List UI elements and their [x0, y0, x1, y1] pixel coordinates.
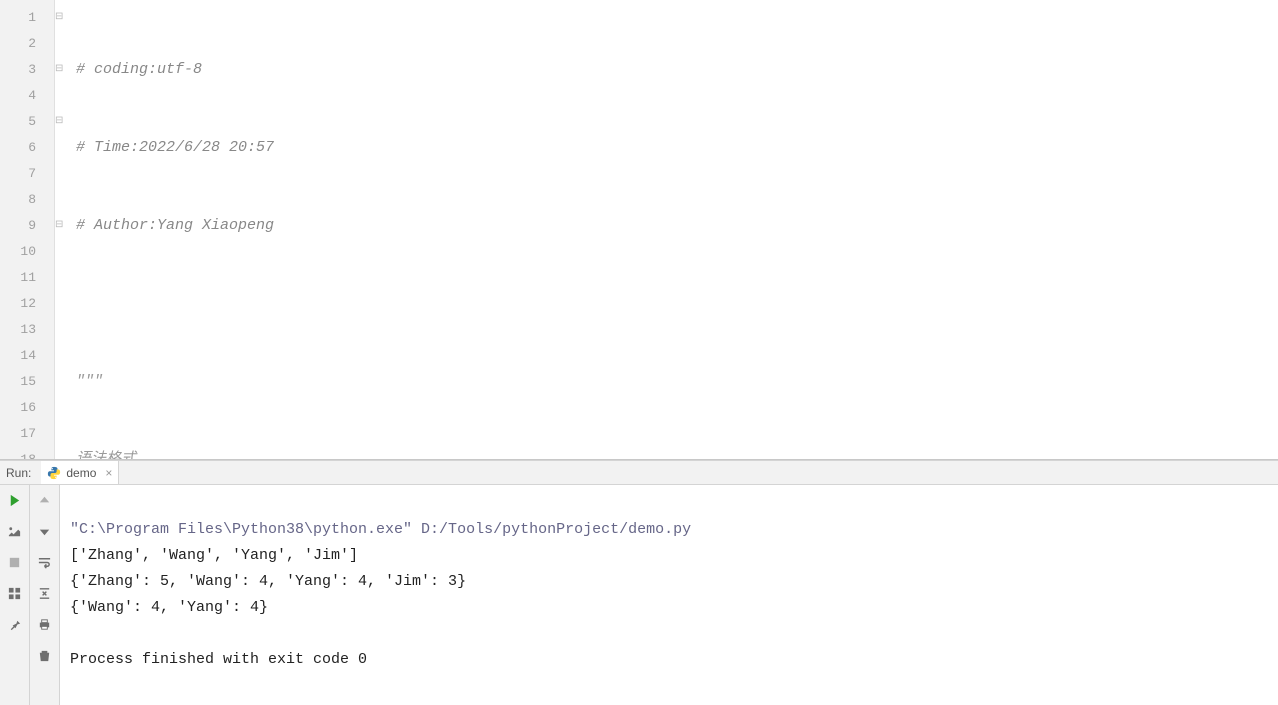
- console-line: {'Zhang': 5, 'Wang': 4, 'Yang': 4, 'Jim'…: [70, 573, 466, 590]
- run-tool-column-right: [30, 485, 60, 705]
- scroll-up-button[interactable]: [36, 491, 54, 509]
- code-text-area[interactable]: # coding:utf-8 # Time:2022/6/28 20:57 # …: [70, 0, 1278, 459]
- console-line: ['Zhang', 'Wang', 'Yang', 'Jim']: [70, 547, 358, 564]
- comment: # coding:utf-8: [76, 61, 202, 78]
- soft-wrap-button[interactable]: [36, 553, 54, 571]
- console-command: "C:\Program Files\Python38\python.exe" D…: [70, 521, 691, 538]
- line-number-gutter: 1 2 3 4 5 6 7 8 9 10 11 12 13 14 15 16 1…: [0, 0, 55, 459]
- trash-button[interactable]: [36, 646, 54, 664]
- comment: # Author:Yang Xiaopeng: [76, 217, 274, 234]
- pin-button[interactable]: [6, 615, 24, 633]
- run-header: Run: demo ×: [0, 461, 1278, 485]
- console-exit-line: Process finished with exit code 0: [70, 651, 367, 668]
- stop-button[interactable]: [6, 553, 24, 571]
- console-output[interactable]: "C:\Program Files\Python38\python.exe" D…: [60, 485, 1278, 705]
- python-file-icon: [47, 466, 61, 480]
- comment: # Time:2022/6/28 20:57: [76, 139, 274, 156]
- run-tool-window: Run: demo × "C:\Program Files\Python38\p…: [0, 460, 1278, 705]
- rerun-button[interactable]: [6, 491, 24, 509]
- print-button[interactable]: [36, 615, 54, 633]
- scroll-to-end-button[interactable]: [36, 584, 54, 602]
- close-icon[interactable]: ×: [105, 466, 112, 480]
- run-tool-column-left: [0, 485, 30, 705]
- run-tab-label: demo: [66, 466, 96, 480]
- run-tab-demo[interactable]: demo ×: [41, 461, 119, 484]
- fold-column[interactable]: ⊟ ⊟ ⊟ ⊟: [55, 0, 70, 459]
- docstring: 语法格式: [76, 451, 136, 460]
- console-line: {'Wang': 4, 'Yang': 4}: [70, 599, 268, 616]
- settings-button[interactable]: [6, 522, 24, 540]
- layout-button[interactable]: [6, 584, 24, 602]
- code-editor[interactable]: 1 2 3 4 5 6 7 8 9 10 11 12 13 14 15 16 1…: [0, 0, 1278, 460]
- run-label: Run:: [6, 466, 41, 480]
- scroll-down-button[interactable]: [36, 522, 54, 540]
- docstring: """: [76, 373, 103, 390]
